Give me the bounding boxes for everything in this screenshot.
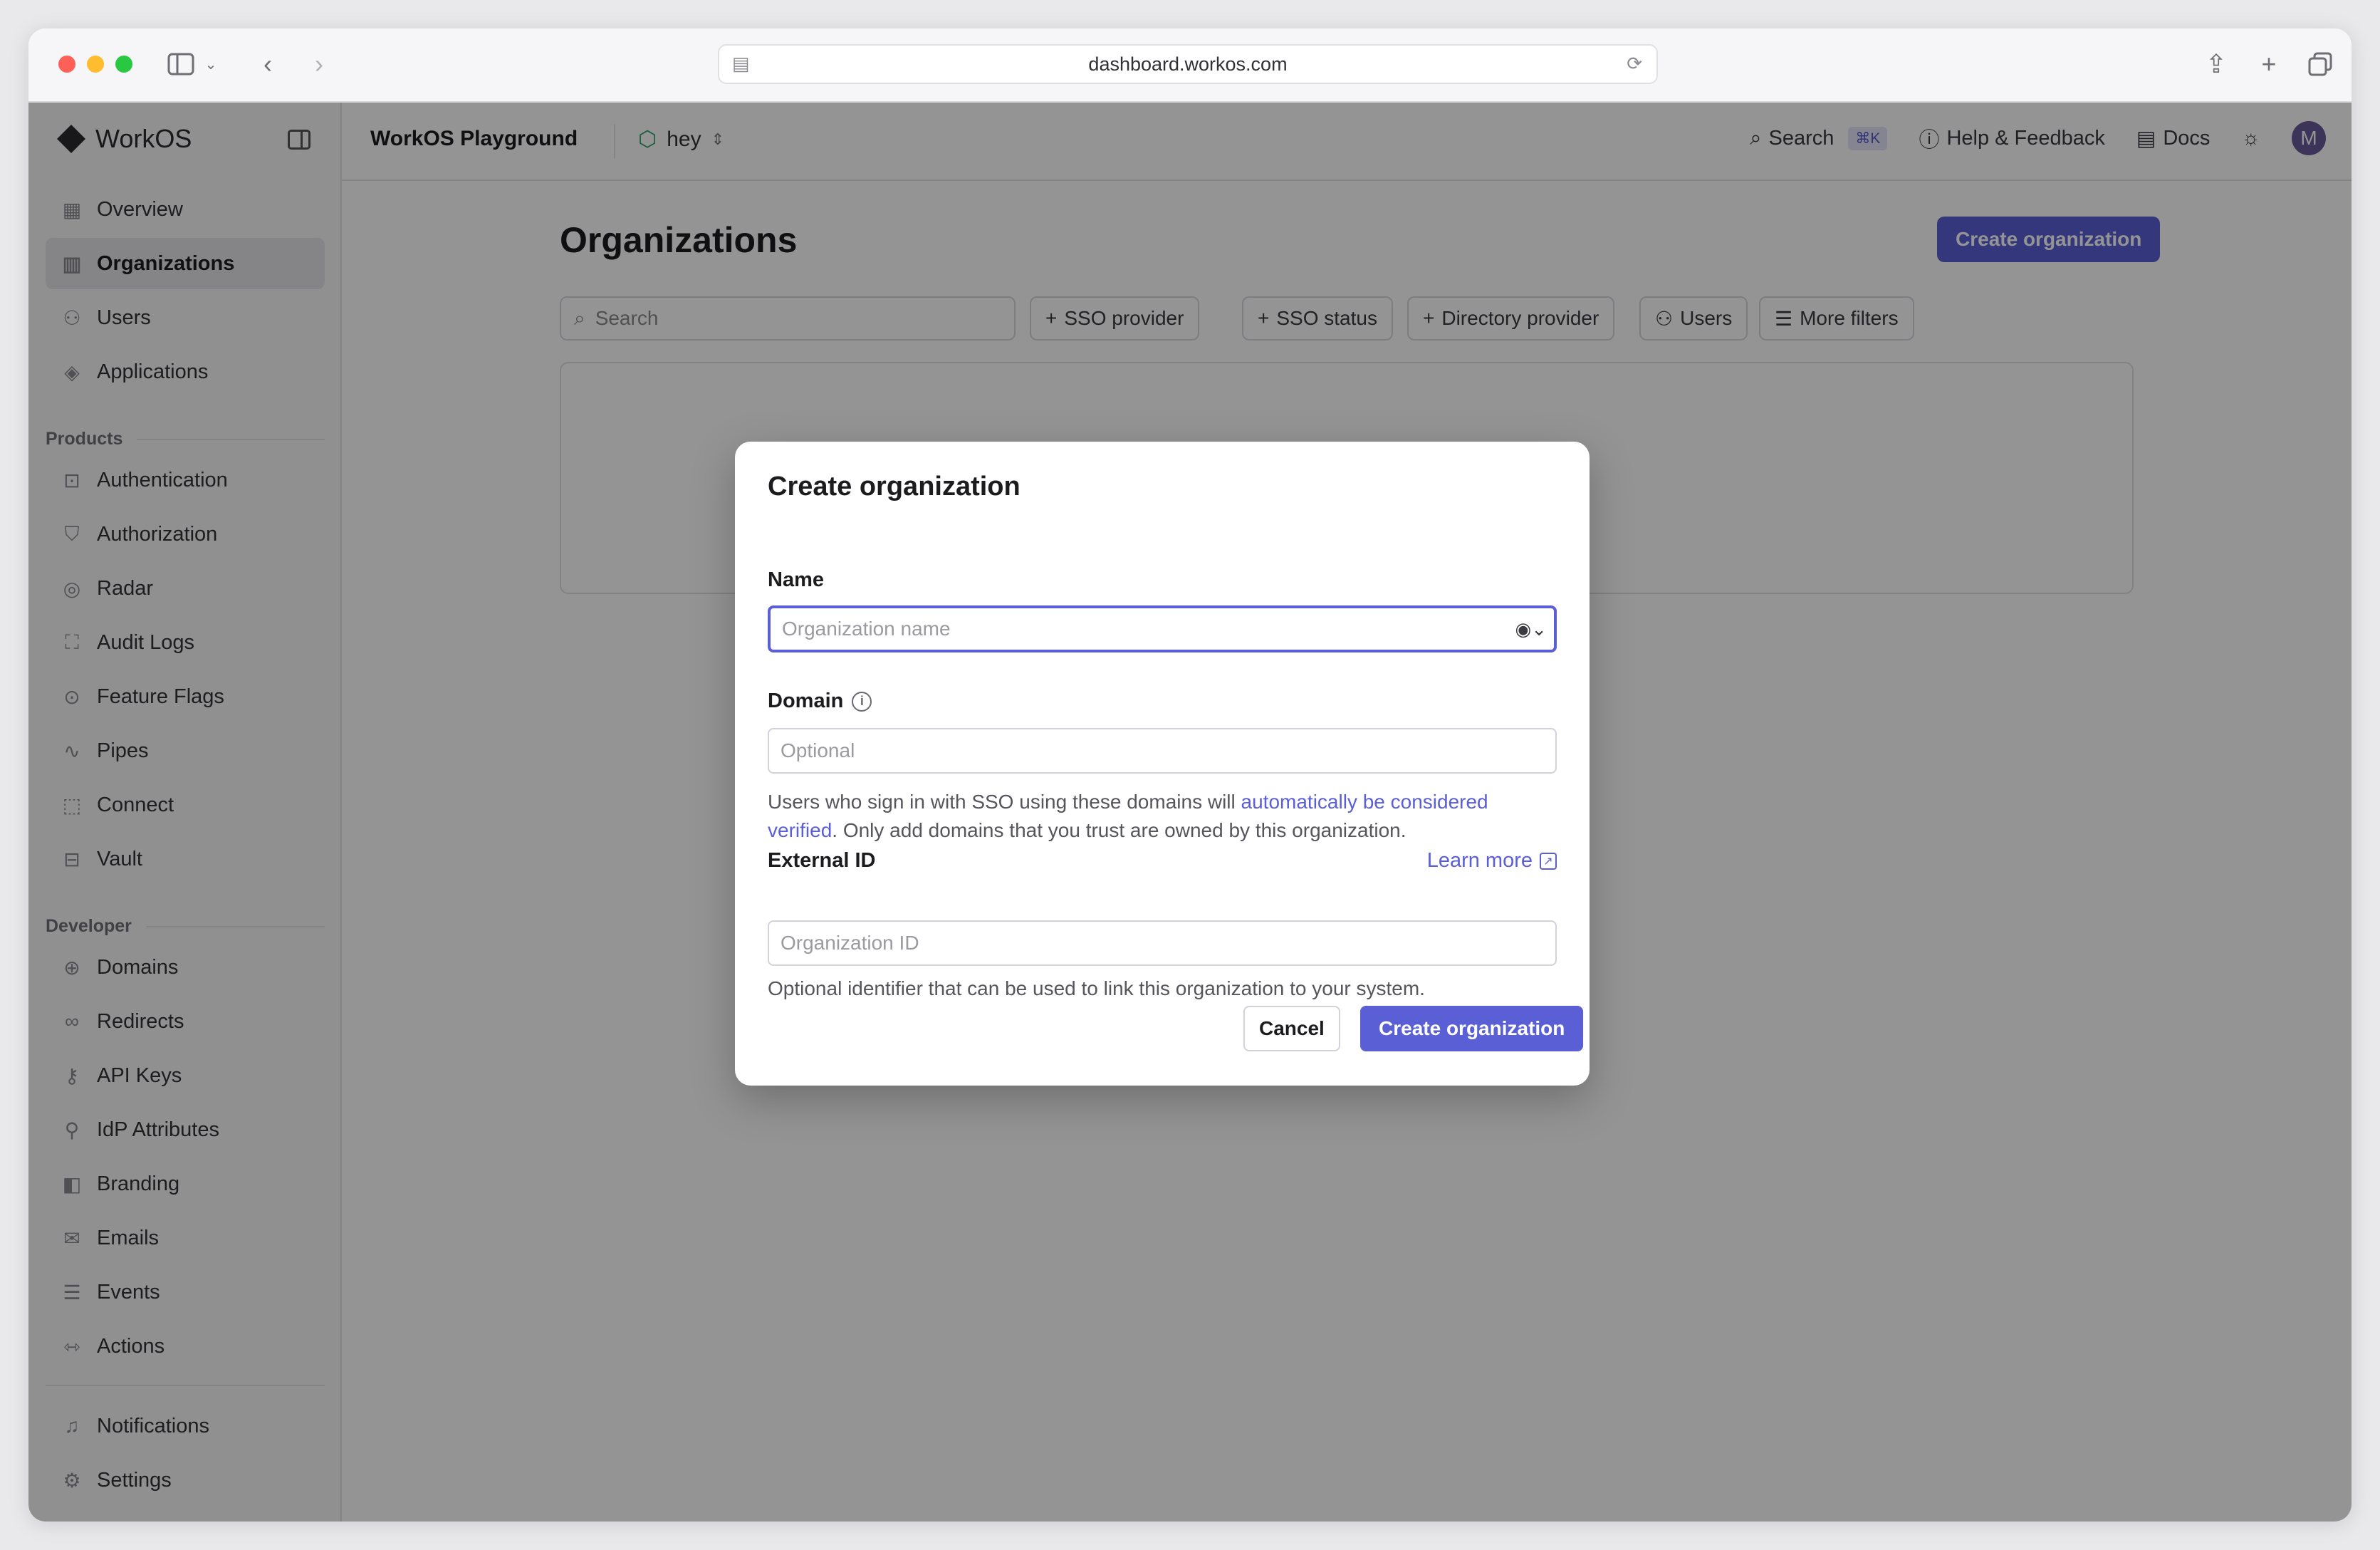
minimize-window-button[interactable] — [87, 56, 104, 73]
share-icon[interactable]: ⇪ — [2202, 47, 2230, 81]
info-icon[interactable]: i — [852, 691, 872, 712]
domain-help-text: Users who sign in with SSO using these d… — [768, 791, 1488, 841]
external-id-placeholder: Organization ID — [781, 932, 919, 954]
address-bar[interactable]: ▤ dashboard.workos.com ⟳ — [718, 44, 1658, 84]
reload-icon[interactable]: ⟳ — [1627, 53, 1642, 75]
forward-arrow-icon[interactable]: › — [305, 47, 333, 81]
close-window-button[interactable] — [58, 56, 75, 73]
zoom-window-button[interactable] — [115, 56, 132, 73]
domain-input[interactable]: Optional — [768, 728, 1557, 774]
domain-placeholder: Optional — [781, 739, 855, 761]
name-label: Name — [768, 568, 824, 591]
back-arrow-icon[interactable]: ‹ — [254, 47, 282, 81]
organization-name-input[interactable]: Organization name ◉⌄ — [768, 605, 1557, 652]
url-text: dashboard.workos.com — [1088, 53, 1288, 75]
external-id-input[interactable]: Organization ID — [768, 920, 1557, 966]
external-link-icon: ↗ — [1540, 852, 1557, 870]
external-id-label: External ID — [768, 849, 876, 872]
tab-overview-icon[interactable] — [2306, 47, 2334, 81]
chevron-down-icon[interactable]: ⌄ — [202, 47, 219, 81]
new-tab-icon[interactable]: + — [2255, 47, 2283, 81]
browser-toolbar: ⌄ ‹ › ▤ dashboard.workos.com ⟳ ⇪ + — [28, 28, 2352, 103]
sidebar-toggle-icon[interactable] — [165, 47, 197, 81]
domain-label: Domain i — [768, 690, 872, 713]
page-settings-icon[interactable]: ▤ — [732, 53, 750, 75]
create-organization-submit-button[interactable]: Create organization — [1360, 1006, 1584, 1051]
cancel-button[interactable]: Cancel — [1243, 1006, 1340, 1051]
autofill-contact-icon[interactable]: ◉⌄ — [1515, 618, 1547, 640]
name-placeholder: Organization name — [782, 618, 951, 640]
create-organization-dialog: Create organization Name Organization na… — [735, 442, 1590, 1086]
external-id-help-text: Optional identifier that can be used to … — [768, 977, 1425, 999]
dialog-title: Create organization — [768, 472, 1021, 501]
learn-more-link[interactable]: Learn more ↗ — [1427, 849, 1557, 873]
